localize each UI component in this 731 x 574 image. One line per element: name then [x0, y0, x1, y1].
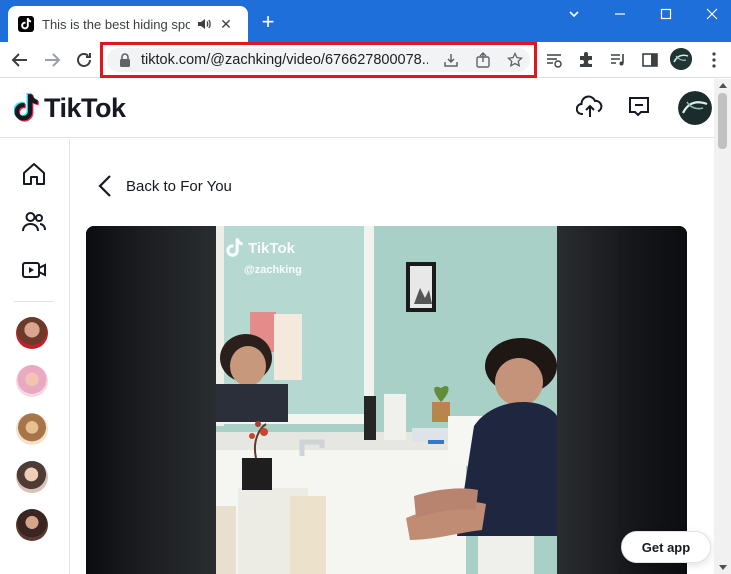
tiktok-sidebar: [0, 139, 70, 574]
share-icon[interactable]: [474, 51, 492, 69]
video-scene-image: [216, 226, 557, 574]
browser-toolbar: tiktok.com/@zachking/video/676627800078.…: [0, 42, 731, 78]
following-account-avatar[interactable]: [16, 317, 48, 349]
new-tab-button[interactable]: +: [258, 11, 278, 33]
close-window-icon[interactable]: [689, 0, 731, 28]
media-controls-icon[interactable]: [608, 50, 628, 70]
video-blur-left: [86, 226, 216, 574]
scroll-up-arrow-icon[interactable]: [719, 83, 727, 88]
user-avatar[interactable]: [678, 91, 712, 125]
chrome-menu-icon[interactable]: [704, 50, 724, 70]
inbox-message-icon[interactable]: [625, 93, 653, 121]
live-video-icon[interactable]: [20, 256, 48, 284]
watermark-brand: TikTok: [248, 239, 295, 257]
back-arrow-icon[interactable]: [8, 48, 32, 72]
following-users-icon[interactable]: [20, 208, 48, 236]
minimize-icon[interactable]: [597, 0, 643, 28]
tiktok-page: TikTok Back to For You TikTok @zachking …: [0, 79, 731, 574]
install-app-icon[interactable]: [442, 51, 460, 69]
tiktok-wordmark: TikTok: [44, 92, 126, 123]
address-bar[interactable]: tiktok.com/@zachking/video/676627800078.…: [107, 48, 530, 72]
chevron-left-icon: [98, 175, 111, 197]
reading-list-icon[interactable]: [544, 50, 564, 70]
video-frame[interactable]: TikTok @zachking: [216, 226, 557, 574]
tiktok-logo[interactable]: TikTok: [14, 91, 126, 125]
url-text[interactable]: tiktok.com/@zachking/video/676627800078.…: [141, 52, 428, 68]
back-link-label: Back to For You: [126, 177, 232, 195]
browser-tab[interactable]: This is the best hiding spot e ✕: [8, 6, 248, 42]
address-bar-highlight: tiktok.com/@zachking/video/676627800078.…: [100, 42, 537, 78]
video-blur-right: [557, 226, 687, 574]
following-account-avatar[interactable]: [16, 413, 48, 445]
extensions-puzzle-icon[interactable]: [576, 50, 596, 70]
tiktok-watermark-icon: [226, 238, 243, 257]
speaker-icon[interactable]: [196, 16, 212, 32]
page-scrollbar[interactable]: [714, 79, 731, 574]
get-app-button[interactable]: Get app: [621, 531, 711, 563]
sidebar-divider: [14, 301, 54, 302]
following-account-avatar[interactable]: [16, 365, 48, 397]
close-tab-icon[interactable]: ✕: [218, 16, 234, 32]
video-player[interactable]: TikTok @zachking: [86, 226, 687, 574]
watermark-username: @zachking: [244, 264, 302, 276]
tab-strip: This is the best hiding spot e ✕ +: [0, 0, 731, 42]
home-icon[interactable]: [20, 160, 48, 188]
tiktok-header: TikTok: [0, 79, 731, 138]
back-to-for-you-link[interactable]: Back to For You: [98, 173, 232, 199]
tiktok-favicon-icon: [18, 16, 34, 32]
tab-title: This is the best hiding spot e: [42, 16, 190, 32]
tab-search-icon[interactable]: [551, 0, 597, 28]
tiktok-watermark: TikTok: [226, 238, 295, 258]
browser-window: This is the best hiding spot e ✕ +: [0, 0, 731, 574]
following-account-avatar[interactable]: [16, 461, 48, 493]
scroll-down-arrow-icon[interactable]: [719, 565, 727, 570]
upload-cloud-icon[interactable]: [576, 93, 604, 121]
lock-icon[interactable]: [119, 53, 131, 67]
scrollbar-thumb[interactable]: [718, 93, 727, 149]
bookmark-star-icon[interactable]: [506, 51, 524, 69]
following-account-avatar[interactable]: [16, 509, 48, 541]
maximize-icon[interactable]: [643, 0, 689, 28]
tiktok-note-icon: [14, 93, 39, 122]
reload-icon[interactable]: [72, 48, 96, 72]
profile-avatar-icon[interactable]: [670, 48, 692, 70]
forward-arrow-icon[interactable]: [40, 48, 64, 72]
side-panel-icon[interactable]: [640, 50, 660, 70]
